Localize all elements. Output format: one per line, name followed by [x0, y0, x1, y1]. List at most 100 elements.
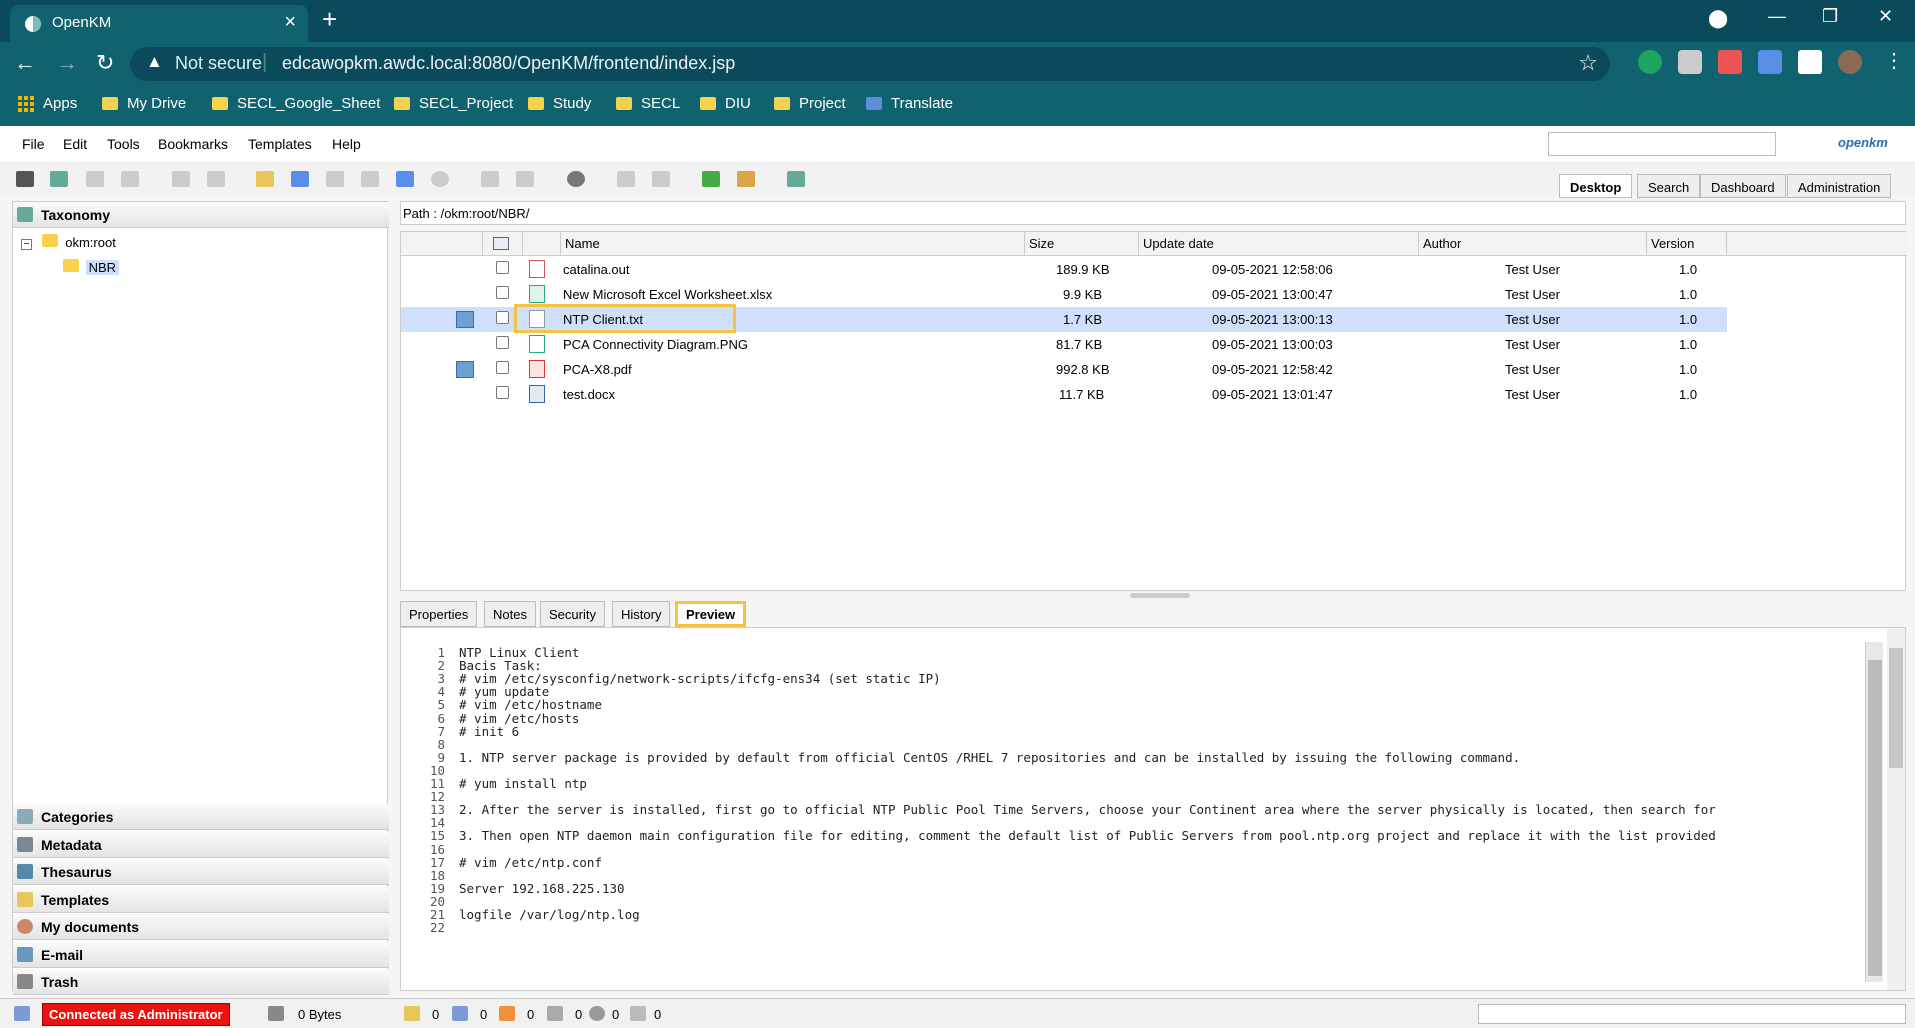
tab-dashboard[interactable]: Dashboard — [1700, 174, 1786, 198]
upload-icon[interactable] — [787, 171, 805, 187]
workflow-gear-icon[interactable] — [589, 1006, 605, 1021]
bookmark-translate[interactable]: Translate — [866, 95, 953, 112]
tab-preview[interactable]: Preview — [675, 601, 747, 627]
property-icon[interactable] — [481, 171, 499, 187]
header-size[interactable]: Size — [1025, 232, 1139, 256]
browser-menu-icon[interactable]: ⋮ — [1884, 48, 1904, 73]
outer-scrollbar-thumb[interactable] — [1889, 648, 1903, 768]
edit-note-icon[interactable] — [456, 361, 474, 378]
table-row[interactable]: PCA Connectivity Diagram.PNG 81.7 KB 09-… — [401, 332, 1727, 357]
cancel-icon[interactable] — [431, 171, 449, 187]
url-bar[interactable]: ▲ Not secure | edcawopkm.awdc.local:8080… — [130, 47, 1610, 81]
export-pdf-icon[interactable] — [86, 171, 104, 187]
proposed-icon[interactable] — [630, 1006, 646, 1021]
checkout-docs-icon[interactable] — [452, 1006, 468, 1021]
bookmark-secl-google-sheet[interactable]: SECL_Google_Sheet — [212, 95, 380, 112]
row-checkbox[interactable] — [496, 386, 509, 399]
close-tab-icon[interactable]: × — [284, 11, 296, 34]
tree-node-root[interactable]: − okm:root — [21, 234, 116, 250]
bookmark-diu[interactable]: DIU — [700, 95, 751, 112]
header-author[interactable]: Author — [1419, 232, 1647, 256]
reload-icon[interactable]: ↻ — [96, 50, 114, 76]
file-name[interactable]: New Microsoft Excel Worksheet.xlsx — [563, 287, 772, 302]
menu-tools[interactable]: Tools — [107, 136, 140, 152]
status-input[interactable] — [1478, 1004, 1906, 1024]
stack-templates[interactable]: Templates — [13, 887, 389, 913]
forward-icon[interactable]: → — [56, 50, 78, 76]
bookmark-secl-project[interactable]: SECL_Project — [394, 95, 513, 112]
puzzle-extensions-icon[interactable] — [1798, 50, 1822, 74]
new-folder-icon[interactable] — [256, 171, 274, 187]
table-row[interactable]: catalina.out 189.9 KB 09-05-2021 12:58:0… — [401, 257, 1727, 282]
stack-email[interactable]: E-mail — [13, 942, 389, 968]
header-version[interactable]: Version — [1647, 232, 1727, 256]
menu-help[interactable]: Help — [332, 136, 361, 152]
browser-tab[interactable]: OpenKM × — [10, 5, 308, 42]
outer-scrollbar[interactable] — [1887, 628, 1905, 990]
menu-file[interactable]: File — [22, 136, 45, 152]
add-document-icon[interactable] — [291, 171, 309, 187]
stack-taxonomy[interactable]: Taxonomy — [13, 202, 389, 228]
bookmark-study[interactable]: Study — [528, 95, 591, 112]
tab-administration[interactable]: Administration — [1787, 174, 1892, 198]
avatar[interactable] — [1838, 50, 1862, 74]
checkin-icon[interactable] — [361, 171, 379, 187]
tab-notes[interactable]: Notes — [484, 601, 536, 627]
home-icon[interactable] — [737, 171, 755, 187]
minimize-icon[interactable]: — — [1768, 6, 1786, 27]
find-icon[interactable] — [16, 171, 34, 187]
edit-note-icon[interactable] — [456, 311, 474, 328]
mail-send-icon[interactable] — [652, 171, 670, 187]
panel-splitter[interactable] — [1130, 593, 1190, 598]
preview-scrollbar[interactable] — [1865, 642, 1883, 982]
file-name[interactable]: PCA-X8.pdf — [563, 362, 632, 377]
tab-desktop[interactable]: Desktop — [1559, 174, 1633, 198]
bookmark-project[interactable]: Project — [774, 95, 846, 112]
header-name[interactable]: Name — [561, 232, 1025, 256]
restore-icon[interactable]: ❐ — [1822, 6, 1838, 27]
new-tab-button[interactable]: + — [322, 4, 337, 35]
header-select-all[interactable] — [483, 232, 523, 256]
table-row[interactable]: PCA-X8.pdf 992.8 KB 09-05-2021 12:58:42 … — [401, 357, 1727, 382]
tab-properties[interactable]: Properties — [400, 601, 478, 627]
checkout-icon[interactable] — [326, 171, 344, 187]
stack-metadata[interactable]: Metadata — [13, 832, 389, 858]
extension-icon[interactable] — [1718, 50, 1742, 74]
row-checkbox[interactable] — [496, 336, 509, 349]
menu-edit[interactable]: Edit — [63, 136, 87, 152]
stack-categories[interactable]: Categories — [13, 804, 389, 830]
profile-menu-icon[interactable]: ⬤ — [1708, 8, 1728, 29]
file-name[interactable]: PCA Connectivity Diagram.PNG — [563, 337, 748, 352]
subscription-icon[interactable] — [547, 1006, 563, 1021]
unlock-icon[interactable] — [207, 171, 225, 187]
locked-docs-icon[interactable] — [404, 1006, 420, 1021]
lock-icon[interactable] — [172, 171, 190, 187]
bookmark-apps[interactable]: Apps — [18, 95, 77, 112]
bookmark-star-icon[interactable]: ☆ — [1578, 50, 1598, 76]
tab-security[interactable]: Security — [540, 601, 605, 627]
file-name[interactable]: catalina.out — [563, 262, 630, 277]
row-checkbox[interactable] — [496, 261, 509, 274]
row-checkbox[interactable] — [496, 361, 509, 374]
tab-search[interactable]: Search — [1637, 174, 1701, 198]
row-checkbox[interactable] — [496, 286, 509, 299]
camera-extension-icon[interactable] — [1678, 50, 1702, 74]
select-all-icon[interactable] — [493, 237, 509, 250]
download-icon[interactable] — [50, 171, 68, 187]
collapse-icon[interactable]: − — [21, 239, 32, 250]
quick-search-input[interactable] — [1548, 132, 1776, 156]
settings-gear-icon[interactable] — [567, 171, 585, 187]
back-icon[interactable]: ← — [14, 50, 36, 76]
tab-history[interactable]: History — [612, 601, 671, 627]
preview-scrollbar-thumb[interactable] — [1868, 660, 1882, 976]
file-name[interactable]: test.docx — [563, 387, 615, 402]
bookmark-my-drive[interactable]: My Drive — [102, 95, 186, 112]
row-checkbox[interactable] — [496, 311, 509, 324]
workflow-icon[interactable] — [516, 171, 534, 187]
stack-thesaurus[interactable]: Thesaurus — [13, 859, 389, 885]
menu-bookmarks[interactable]: Bookmarks — [158, 136, 228, 152]
grammarly-extension-icon[interactable] — [1638, 50, 1662, 74]
close-window-icon[interactable]: ✕ — [1878, 6, 1893, 27]
menu-templates[interactable]: Templates — [248, 136, 312, 152]
table-row[interactable]: test.docx 11.7 KB 09-05-2021 13:01:47 Te… — [401, 382, 1727, 407]
